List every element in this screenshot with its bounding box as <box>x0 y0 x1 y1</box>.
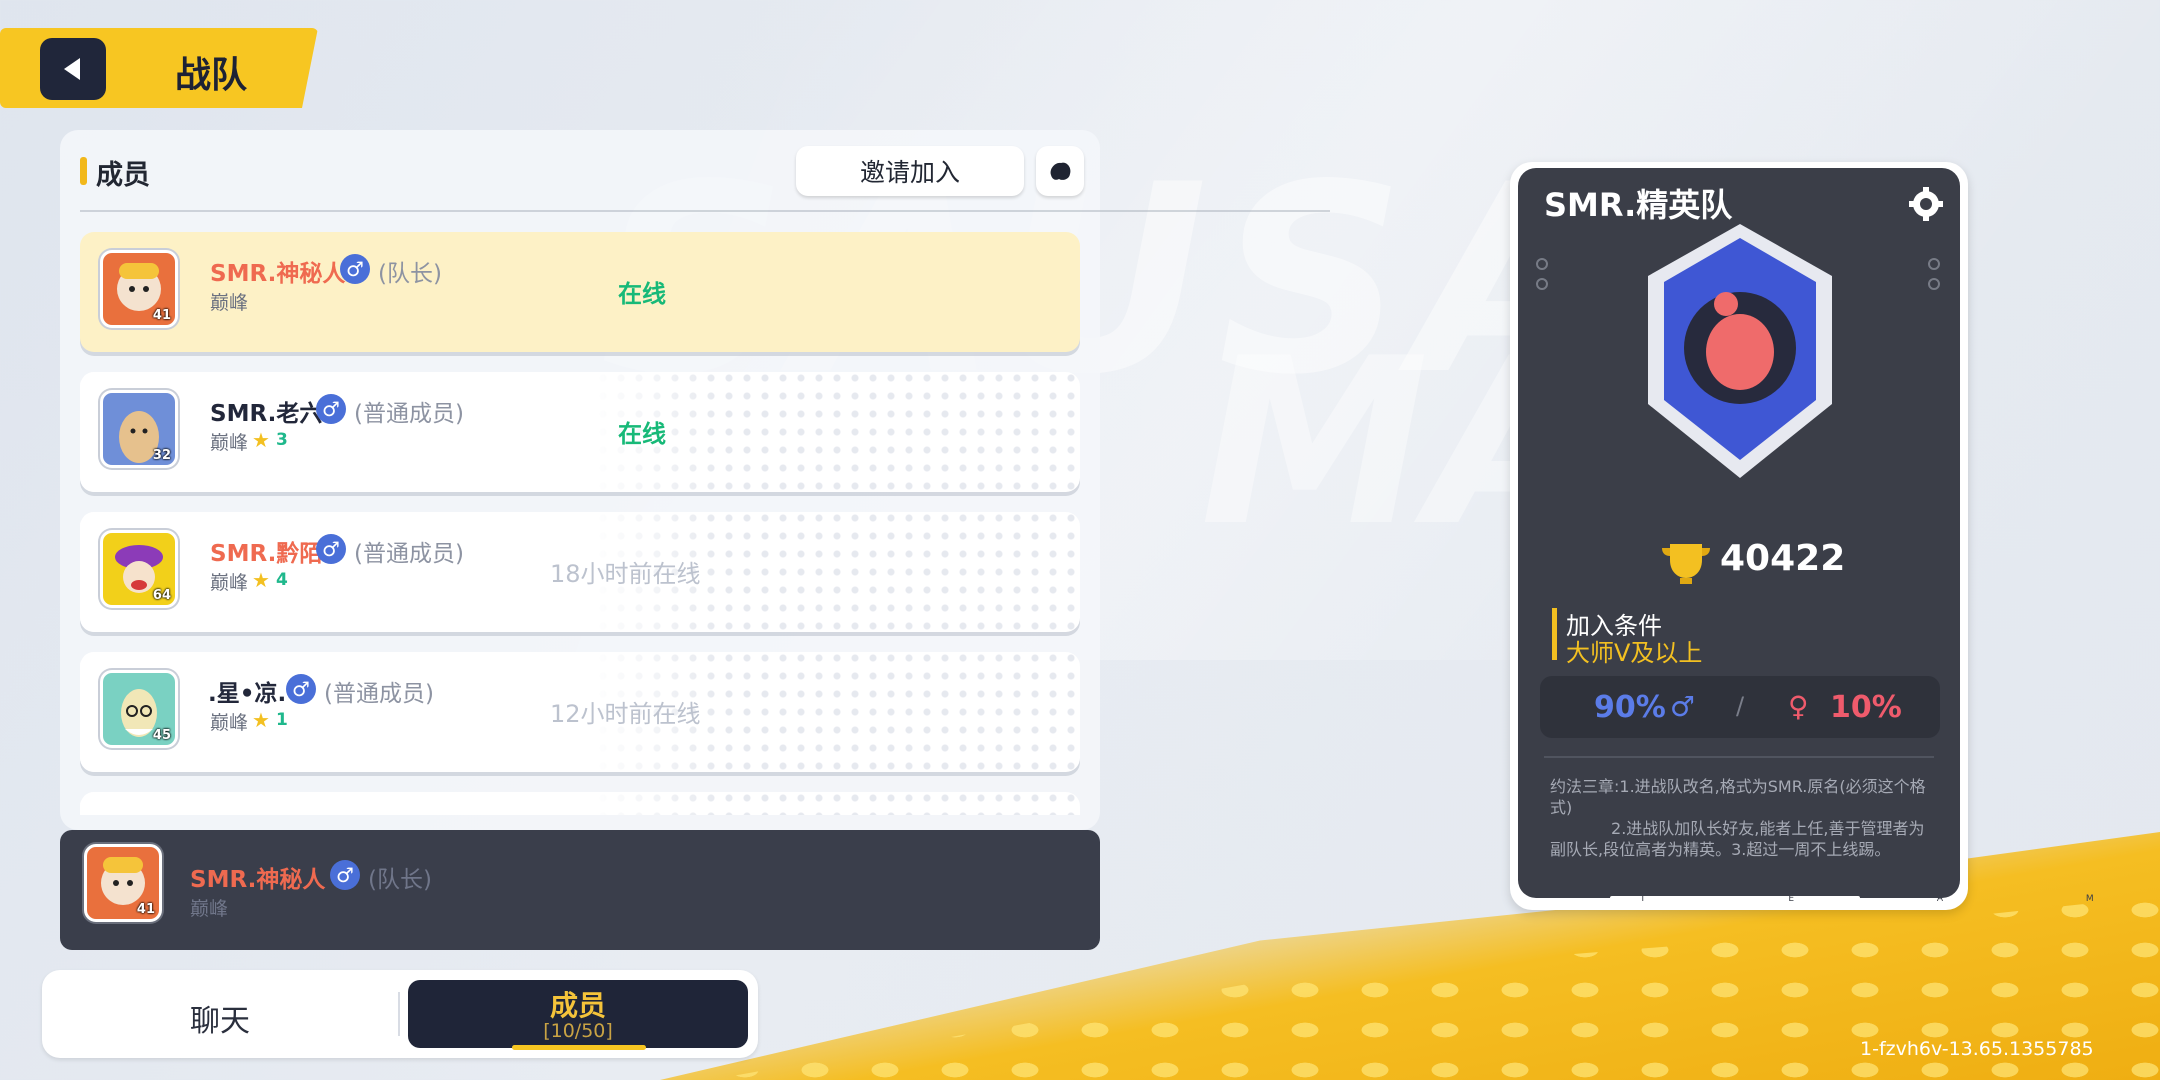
level-badge: 32 <box>152 448 171 463</box>
card-hole <box>1928 258 1940 270</box>
tab-members[interactable]: 成员 [10/50] <box>408 980 748 1050</box>
member-name: SMR.神秘人 <box>210 261 346 287</box>
member-rank: 巅峰 <box>210 712 249 734</box>
status-text: 在线 <box>618 280 666 308</box>
avatar: 41 <box>84 844 162 922</box>
male-icon: ♂ <box>1670 690 1696 723</box>
member-role: (普通成员) <box>354 541 464 567</box>
member-row-partial[interactable] <box>80 792 1080 815</box>
star-icon: ★ <box>252 568 270 592</box>
tab-members-count: [10/50] <box>543 1020 613 1042</box>
team-name: SMR.精英队 <box>1544 186 1733 224</box>
level-badge: 41 <box>152 308 171 323</box>
level-badge: 45 <box>152 728 171 743</box>
self-rank: 巅峰 <box>190 898 229 920</box>
male-icon: ♂ <box>316 394 346 424</box>
female-icon: ♀ <box>1788 690 1809 723</box>
member-name: SMR.老六 <box>210 401 323 427</box>
status-text: 12小时前在线 <box>550 700 701 728</box>
star-count: 3 <box>276 430 288 450</box>
star-icon: ★ <box>252 708 270 732</box>
blob-icon <box>1050 162 1071 180</box>
gear-icon[interactable] <box>1908 186 1944 222</box>
status-text: 18小时前在线 <box>550 560 701 588</box>
team-emblem-icon <box>1648 224 1832 478</box>
invite-button[interactable]: 邀请加入 <box>796 146 1024 196</box>
bottom-tabs: 聊天 成员 [10/50] <box>42 970 758 1058</box>
male-icon: ♂ <box>340 254 370 284</box>
self-name: SMR.神秘人 <box>190 867 326 893</box>
page-title: 战队 <box>175 55 248 96</box>
card-hole <box>1928 278 1940 290</box>
blob-button[interactable] <box>1036 146 1084 196</box>
condition-marker <box>1552 608 1557 660</box>
member-row-captain[interactable]: 41 SMR.神秘人 ♂ (队长) 巅峰 在线 <box>80 232 1080 352</box>
back-button[interactable] <box>40 38 106 100</box>
member-role: (队长) <box>378 261 442 287</box>
self-role: (队长) <box>368 867 432 893</box>
team-footer-text: T E A M <box>1640 894 2160 904</box>
gender-ratio: 90% ♂ / ♀ 10% <box>1540 676 1940 738</box>
card-hole <box>1536 258 1548 270</box>
status-text: 在线 <box>618 420 666 448</box>
member-name: SMR.黔陌 <box>210 541 323 567</box>
ratio-separator: / <box>1736 692 1745 720</box>
member-row[interactable]: 64 SMR.黔陌 ♂ (普通成员) 巅峰 ★ 4 18小时前在线 <box>80 512 1080 632</box>
member-row[interactable]: 45 .星•凉. ♂ (普通成员) 巅峰 ★ 1 12小时前在线 <box>80 652 1080 772</box>
member-role: (普通成员) <box>324 681 434 707</box>
tab-chat[interactable]: 聊天 <box>190 996 250 1040</box>
tab-members-label: 成员 <box>549 989 606 1022</box>
version-label: 1-fzvh6v-13.65.1355785 <box>1860 1038 2094 1060</box>
avatar: 41 <box>100 250 178 328</box>
member-rank: 巅峰 <box>210 432 249 454</box>
team-score: 40422 <box>1720 538 1846 579</box>
member-role: (普通成员) <box>354 401 464 427</box>
team-rules: 约法三章:1.进战队改名,格式为SMR.原名(必须这个格式) 2.进战队加队长好… <box>1550 777 1926 859</box>
member-row[interactable]: 32 SMR.老六 ♂ (普通成员) 巅峰 ★ 3 在线 <box>80 372 1080 492</box>
avatar: 32 <box>100 390 178 468</box>
level-badge: 64 <box>152 588 171 603</box>
member-rank: 巅峰 <box>210 572 249 594</box>
avatar: 45 <box>100 670 178 748</box>
star-count: 1 <box>276 710 288 730</box>
star-icon: ★ <box>252 428 270 452</box>
male-percent: 90% <box>1594 690 1666 725</box>
card-hole <box>1536 278 1548 290</box>
team-card-body: SMR.精英队 40422 加入条件 大师V及以上 90% ♂ / ♀ 10% … <box>1518 168 1960 898</box>
divider <box>1544 756 1934 758</box>
trophy-icon <box>1662 544 1710 584</box>
female-percent: 10% <box>1830 690 1902 725</box>
male-icon: ♂ <box>330 860 360 890</box>
back-arrow-icon <box>64 58 80 80</box>
self-member-bar: 41 SMR.神秘人 ♂ (队长) 巅峰 <box>60 830 1100 950</box>
divider <box>80 210 1330 212</box>
member-name: .星•凉. <box>208 681 287 707</box>
level-badge: 41 <box>136 902 155 917</box>
section-label: 成员 <box>96 160 150 191</box>
tab-active-indicator <box>512 1045 646 1050</box>
male-icon: ♂ <box>316 534 346 564</box>
join-condition-value: 大师V及以上 <box>1566 639 1703 667</box>
tab-separator <box>398 992 400 1036</box>
star-count: 4 <box>276 570 288 590</box>
section-marker <box>80 157 87 185</box>
member-list[interactable]: 41 SMR.神秘人 ♂ (队长) 巅峰 在线 32 SMR.老六 ♂ (普通成… <box>60 220 1100 815</box>
male-icon: ♂ <box>286 674 316 704</box>
member-rank: 巅峰 <box>210 292 249 314</box>
avatar: 64 <box>100 530 178 608</box>
